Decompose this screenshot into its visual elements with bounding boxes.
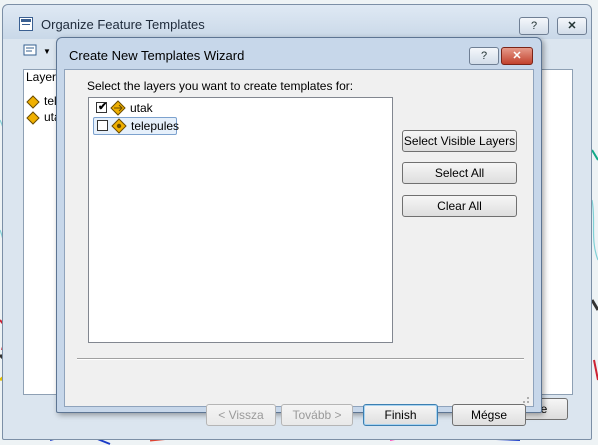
check-mark-icon: ✔ <box>98 101 108 113</box>
layer-item-utak[interactable]: ✔ utak <box>93 100 173 116</box>
cancel-button[interactable]: Mégse <box>452 404 526 426</box>
layer-diamond-icon <box>111 118 127 134</box>
window-app-icon <box>19 17 33 31</box>
outer-title-bar[interactable]: Organize Feature Templates ? ✕ <box>3 5 591 39</box>
back-button[interactable]: < Vissza <box>206 404 276 426</box>
wizard-help-button[interactable]: ? <box>469 47 499 65</box>
outer-help-button[interactable]: ? <box>519 17 549 35</box>
wizard-body: Select the layers you want to create tem… <box>64 69 534 426</box>
outer-close-icon[interactable]: ✕ <box>557 17 587 35</box>
wizard-title: Create New Templates Wizard <box>69 48 245 63</box>
next-button[interactable]: Tovább > <box>281 404 353 426</box>
layer-label-utak: utak <box>130 101 153 115</box>
finish-button[interactable]: Finish <box>363 404 438 426</box>
outer-window-title: Organize Feature Templates <box>41 17 205 32</box>
layer-checkbox-telepules[interactable] <box>97 120 108 131</box>
wizard-instruction: Select the layers you want to create tem… <box>87 79 354 93</box>
outer-layers-header: Layer <box>26 70 57 84</box>
footer-separator <box>77 358 524 360</box>
clear-all-button[interactable]: Clear All <box>402 195 517 217</box>
layer-item-telepules[interactable]: telepules <box>93 117 180 135</box>
select-visible-layers-button[interactable]: Select Visible Layers <box>402 130 517 152</box>
dropdown-arrow-icon[interactable]: ▼ <box>43 47 51 56</box>
new-template-icon[interactable] <box>23 44 39 58</box>
resize-grip-icon[interactable] <box>520 394 530 404</box>
layer-checklist[interactable]: ✔ utak telepules <box>88 97 393 343</box>
layer-diamond-icon <box>26 95 40 109</box>
wizard-close-icon[interactable]: ✕ <box>501 47 533 65</box>
create-templates-wizard: Create New Templates Wizard ? ✕ Select t… <box>56 37 542 426</box>
layer-checkbox-utak[interactable]: ✔ <box>96 101 108 113</box>
layer-diamond-icon <box>110 100 126 116</box>
layer-label-telepules: telepules <box>131 119 180 133</box>
select-all-button[interactable]: Select All <box>402 162 517 184</box>
layer-diamond-icon <box>26 111 40 125</box>
